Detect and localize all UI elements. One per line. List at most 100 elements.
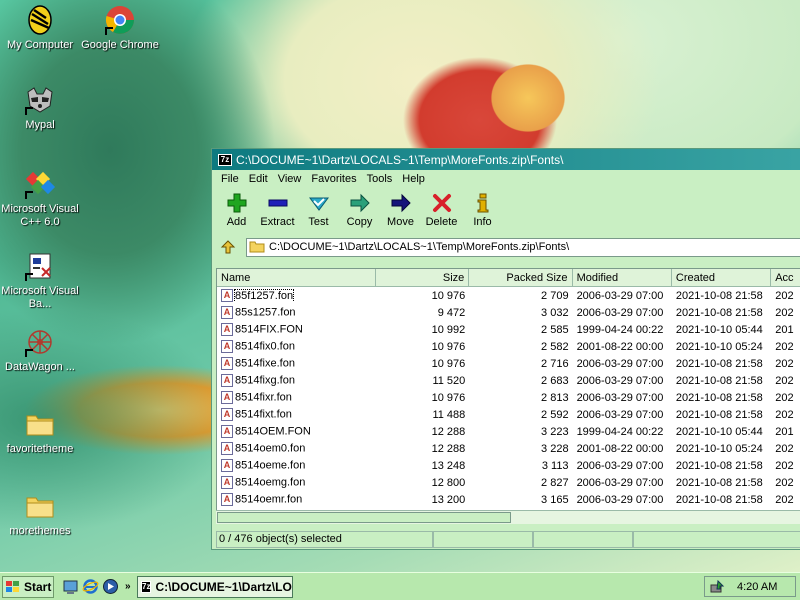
start-button[interactable]: Start: [2, 575, 54, 598]
menu-edit[interactable]: Edit: [244, 173, 273, 185]
file-created: 2021-10-08 21:58: [675, 357, 763, 370]
file-list-header: Name Size Packed Size Modified Created A…: [217, 269, 800, 287]
file-row[interactable]: A 85s1257.fon 9 472 3 032 2006-03-29 07:00 20…: [217, 304, 800, 321]
internet-explorer-icon[interactable]: [82, 578, 99, 595]
delete-button[interactable]: Delete: [421, 192, 462, 228]
file-row[interactable]: A 8514fixt.fon 11 488 2 592 2006-03-29 07:00…: [217, 406, 800, 423]
copy-button[interactable]: Copy: [339, 192, 380, 228]
file-row[interactable]: A 8514FIX.FON 10 992 2 585 1999-04-24 00:22 2…: [217, 321, 800, 338]
desktop-icon-morethemes[interactable]: morethemes: [0, 490, 80, 538]
test-button[interactable]: Test: [298, 192, 339, 228]
file-name: 85f1257.fon: [233, 289, 295, 302]
menu-tools[interactable]: Tools: [362, 173, 398, 185]
menu-file[interactable]: File: [216, 173, 244, 185]
title-bar[interactable]: 7z C:\DOCUME~1\Dartz\LOCALS~1\Temp\MoreF…: [212, 149, 800, 170]
file-modified: 2006-03-29 07:00: [576, 289, 664, 302]
info-button[interactable]: Info: [462, 192, 503, 228]
extract-button[interactable]: Extract: [257, 192, 298, 228]
file-name-cell: A 8514OEM.FON: [217, 425, 376, 438]
move-arrow-icon: [391, 193, 411, 213]
file-accessed: 202: [775, 442, 794, 455]
desktop-icon-google-chrome[interactable]: Google Chrome: [80, 4, 160, 52]
folder-icon: [249, 241, 265, 253]
delete-x-icon: [432, 194, 451, 212]
chrome-icon: [104, 4, 136, 36]
taskbar-window-button[interactable]: 7z C:\DOCUME~1\Dartz\LOCAL...: [137, 575, 293, 598]
file-row[interactable]: A 8514oemr.fon 13 200 3 165 2006-03-29 07:00…: [217, 491, 800, 508]
desktop-icon-favoritetheme[interactable]: favoritetheme: [0, 408, 80, 456]
address-input[interactable]: C:\DOCUME~1\Dartz\LOCALS~1\Temp\MoreFont…: [246, 237, 800, 257]
file-created: 2021-10-08 21:58: [675, 289, 763, 302]
file-row[interactable]: A 8514oem0.fon 12 288 3 228 2001-08-22 00:00…: [217, 440, 800, 457]
file-name-cell: A 8514fixr.fon: [217, 391, 376, 404]
file-modified: 2006-03-29 07:00: [576, 476, 664, 489]
file-name-cell: A 85f1257.fon: [217, 289, 376, 302]
taskbar-chevron-icon[interactable]: »: [125, 581, 133, 592]
scrollbar-thumb[interactable]: [217, 512, 511, 523]
menu-help[interactable]: Help: [397, 173, 430, 185]
copy-arrow-icon: [350, 193, 370, 213]
file-packed-size: 2 592: [541, 408, 569, 421]
file-name-cell: A 8514fixt.fon: [217, 408, 376, 421]
status-pane-3: [532, 530, 633, 548]
column-header-packed-size[interactable]: Packed Size: [469, 269, 573, 286]
file-row[interactable]: A 8514fix0.fon 10 976 2 582 2001-08-22 00:00…: [217, 338, 800, 355]
font-file-icon: A: [221, 306, 233, 319]
file-modified: 1999-04-24 00:22: [576, 425, 664, 438]
file-name-cell: A 85s1257.fon: [217, 306, 376, 319]
horizontal-scrollbar[interactable]: [216, 510, 800, 524]
font-file-icon: A: [221, 442, 233, 455]
file-name: 8514oemr.fon: [235, 493, 303, 506]
file-list: Name Size Packed Size Modified Created A…: [216, 268, 800, 524]
file-row[interactable]: A 8514fixe.fon 10 976 2 716 2006-03-29 07:00…: [217, 355, 800, 372]
font-file-icon: A: [221, 425, 233, 438]
column-header-accessed[interactable]: Acc: [771, 269, 800, 286]
font-file-icon: A: [221, 459, 233, 472]
menu-favorites[interactable]: Favorites: [306, 173, 361, 185]
file-name: 8514fix0.fon: [235, 340, 295, 353]
file-row[interactable]: A 8514fixg.fon 11 520 2 683 2006-03-29 07:00…: [217, 372, 800, 389]
file-name: 8514FIX.FON: [235, 323, 303, 336]
desktop-icon-label: Microsoft Visual C++ 6.0: [1, 203, 79, 228]
file-row[interactable]: A 8514oeme.fon 13 248 3 113 2006-03-29 07:00…: [217, 457, 800, 474]
file-size: 11 520: [432, 374, 466, 387]
up-folder-button[interactable]: [216, 236, 240, 258]
start-label: Start: [24, 579, 52, 594]
file-modified: 2006-03-29 07:00: [576, 459, 664, 472]
safely-remove-hardware-icon[interactable]: [709, 579, 725, 595]
show-desktop-icon[interactable]: [62, 578, 79, 595]
file-row[interactable]: A 8514oemg.fon 12 800 2 827 2006-03-29 07:00…: [217, 474, 800, 491]
desktop-icon-my-computer[interactable]: My Computer: [0, 4, 80, 52]
address-text: C:\DOCUME~1\Dartz\LOCALS~1\Temp\MoreFont…: [269, 241, 570, 253]
file-row[interactable]: A 8514fixr.fon 10 976 2 813 2006-03-29 07:00…: [217, 389, 800, 406]
file-created: 2021-10-10 05:24: [675, 442, 763, 455]
desktop-icon-label: Google Chrome: [81, 39, 159, 51]
file-accessed: 201: [775, 425, 794, 438]
file-created: 2021-10-10 05:44: [675, 425, 763, 438]
file-size: 10 976: [431, 391, 466, 404]
file-size: 10 976: [431, 289, 466, 302]
move-button[interactable]: Move: [380, 192, 421, 228]
add-button[interactable]: Add: [216, 192, 257, 228]
desktop-icon-mypal[interactable]: Mypal: [0, 84, 80, 132]
media-player-icon[interactable]: [102, 578, 119, 595]
file-name-cell: A 8514oeme.fon: [217, 459, 376, 472]
file-modified: 2001-08-22 00:00: [576, 340, 664, 353]
file-modified: 2001-08-22 00:00: [576, 442, 664, 455]
column-header-modified[interactable]: Modified: [573, 269, 672, 286]
column-header-size[interactable]: Size: [376, 269, 470, 286]
desktop-icon-visual-cpp[interactable]: Microsoft Visual C++ 6.0: [0, 168, 80, 229]
menu-view[interactable]: View: [273, 173, 307, 185]
column-header-created[interactable]: Created: [672, 269, 772, 286]
desktop-icon-visual-basic[interactable]: Microsoft Visual Ba...: [0, 250, 80, 311]
file-packed-size: 2 585: [541, 323, 569, 336]
file-packed-size: 2 813: [541, 391, 569, 404]
info-icon: [477, 193, 488, 213]
file-packed-size: 2 683: [541, 374, 569, 387]
desktop-icon-datawagon[interactable]: DataWagon ...: [0, 326, 80, 374]
7zip-app-icon[interactable]: 7z: [218, 153, 232, 166]
file-row[interactable]: A 8514OEM.FON 12 288 3 223 1999-04-24 00:22 2…: [217, 423, 800, 440]
clock[interactable]: 4:20 AM: [737, 581, 777, 593]
file-row[interactable]: A 85f1257.fon 10 976 2 709 2006-03-29 07:00 2…: [217, 287, 800, 304]
column-header-name[interactable]: Name: [217, 269, 376, 286]
